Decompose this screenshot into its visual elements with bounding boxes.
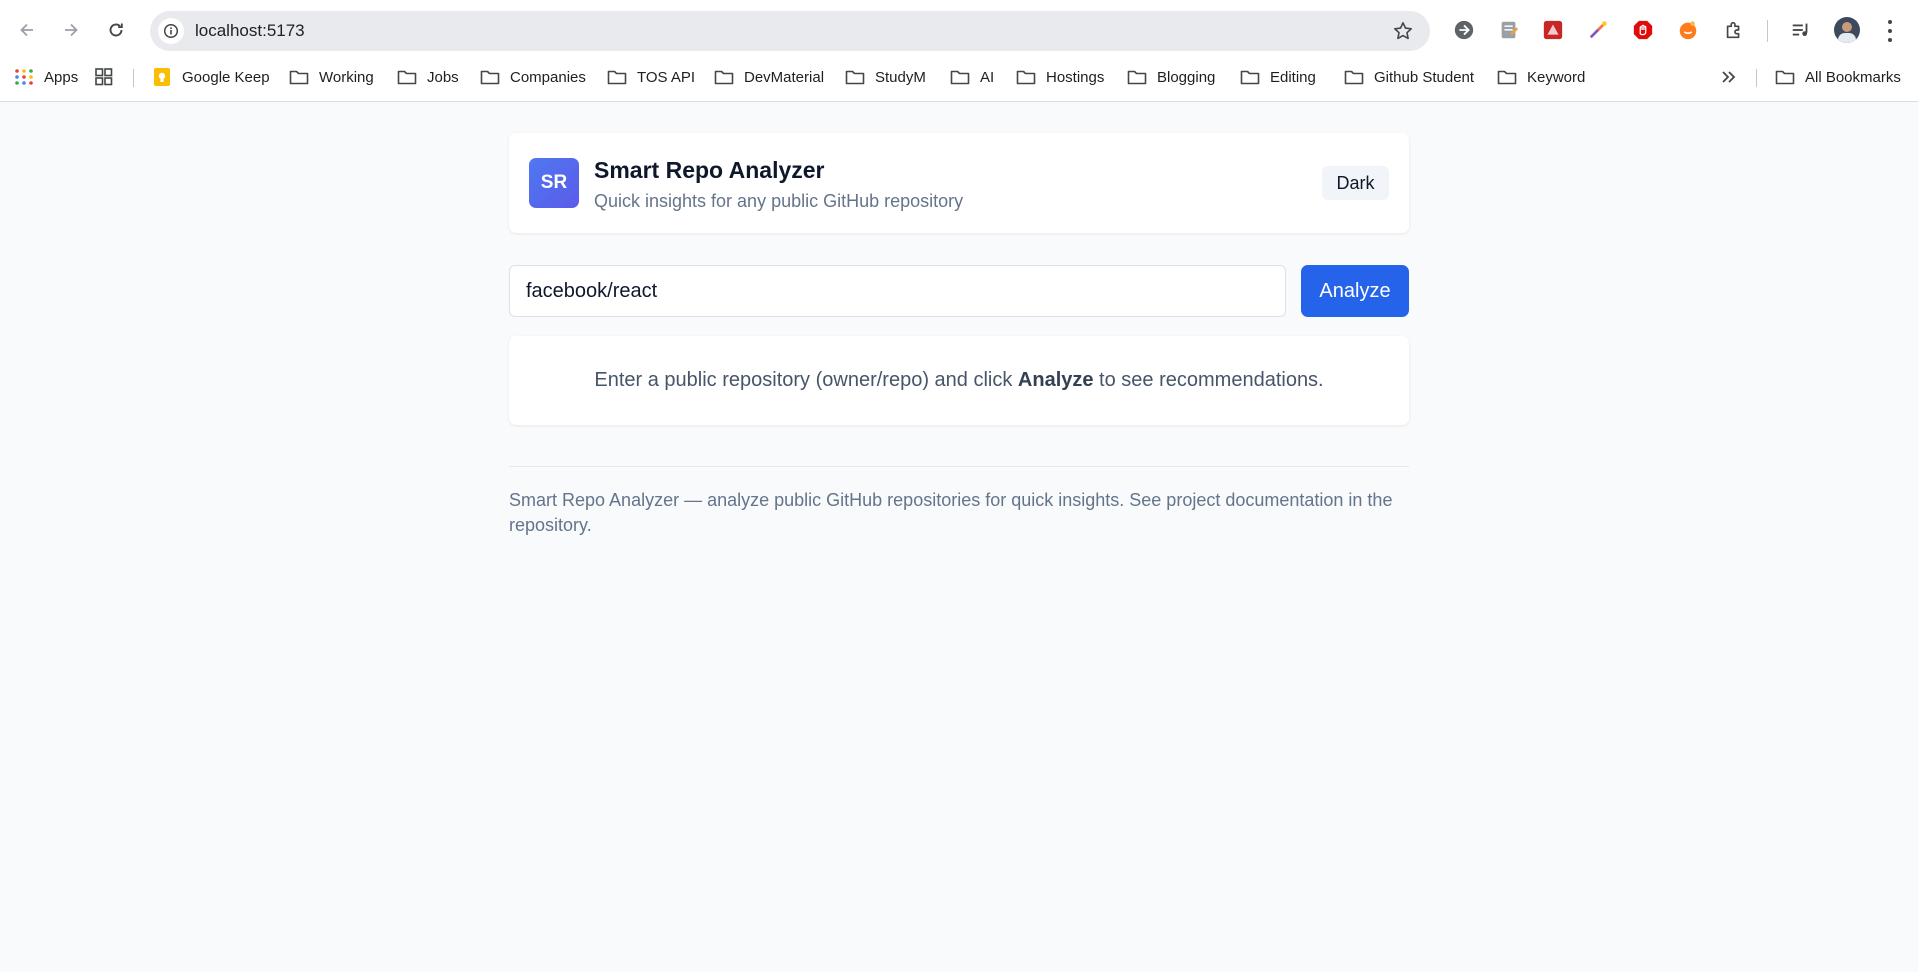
double-chevron-right-icon (1722, 71, 1736, 83)
profile-avatar[interactable] (1834, 17, 1860, 43)
bookmark-studym-label: StudyM (875, 68, 926, 86)
bookmark-apps[interactable]: Apps (14, 66, 78, 88)
footer-divider (509, 466, 1409, 467)
bookmark-folder-ai[interactable]: AI (950, 66, 994, 88)
bookmark-google-keep[interactable]: Google Keep (152, 66, 270, 88)
bookmark-working-label: Working (319, 68, 374, 86)
reload-button[interactable] (101, 15, 131, 45)
bookmark-apps-label: Apps (44, 68, 79, 86)
more-bookmarks-button[interactable] (1718, 66, 1748, 88)
reload-icon (109, 23, 123, 37)
extension-gray-icon[interactable] (1452, 18, 1476, 42)
tab-groups-icon (95, 68, 113, 86)
google-keep-icon (154, 68, 170, 86)
repo-input[interactable] (509, 265, 1286, 317)
bookmark-star-icon[interactable] (1392, 20, 1414, 42)
hint-message: Enter a public repository (owner/repo) a… (594, 369, 1323, 392)
hint-analyze-emphasis: Analyze (1017, 369, 1094, 391)
folder-icon (845, 70, 865, 85)
bookmark-jobs-label: Jobs (427, 68, 459, 86)
browser-chrome: localhost:5173 Apps Google Keep Working … (0, 0, 1918, 102)
theme-toggle-button[interactable]: Dark (1322, 166, 1389, 200)
folder-icon (480, 70, 500, 85)
address-url[interactable]: localhost:5173 (195, 21, 305, 41)
orange-extension-icon[interactable] (1676, 18, 1700, 42)
bookmark-hostings-label: Hostings (1046, 68, 1105, 86)
app-subtitle: Quick insights for any public GitHub rep… (594, 191, 964, 211)
analyze-button[interactable]: Analyze (1301, 265, 1409, 317)
bookmark-google-keep-label: Google Keep (182, 68, 270, 86)
bookmark-folder-editing[interactable]: Editing (1240, 66, 1316, 88)
bookmark-folder-companies[interactable]: Companies (480, 66, 586, 88)
folder-icon (1497, 70, 1517, 85)
back-arrow-icon (20, 23, 33, 37)
forward-arrow-icon (65, 23, 78, 37)
folder-icon (289, 70, 309, 85)
folder-icon (607, 70, 627, 85)
bookmark-folder-working[interactable]: Working (289, 66, 374, 88)
browser-toolbar: localhost:5173 (0, 0, 1918, 62)
address-bar[interactable]: localhost:5173 (150, 11, 1430, 51)
hint-text-after: to see recommendations. (1093, 369, 1324, 391)
all-bookmarks-label: All Bookmarks (1805, 68, 1901, 86)
folder-icon (1240, 70, 1260, 85)
site-info-icon[interactable] (158, 18, 184, 44)
color-picker-extension-icon[interactable] (1586, 18, 1610, 42)
bookmark-folder-blogging[interactable]: Blogging (1127, 66, 1215, 88)
bookmark-folder-keyword[interactable]: Keyword (1497, 66, 1585, 88)
red-extension-icon[interactable] (1541, 18, 1565, 42)
hint-text-before: Enter a public repository (owner/repo) a… (594, 369, 1018, 391)
app-logo: SR (529, 158, 579, 208)
folder-icon (1016, 70, 1036, 85)
bookmark-companies-label: Companies (510, 68, 586, 86)
notepad-extension-icon[interactable] (1497, 18, 1521, 42)
bookmark-ai-label: AI (980, 68, 995, 86)
search-row: Analyze (509, 265, 1409, 317)
bookmark-folder-hostings[interactable]: Hostings (1016, 66, 1104, 88)
bookmark-folder-devmaterial[interactable]: DevMaterial (714, 66, 824, 88)
bookmarks-separator (133, 69, 134, 87)
app-title: Smart Repo Analyzer (594, 157, 825, 183)
forward-button[interactable] (56, 15, 86, 45)
bookmark-devmaterial-label: DevMaterial (744, 68, 825, 86)
bookmark-folder-tos-api[interactable]: TOS API (607, 66, 695, 88)
bookmark-folder-github-student[interactable]: Github Student (1344, 66, 1474, 88)
folder-icon (1127, 70, 1147, 85)
bookmark-blogging-label: Blogging (1157, 68, 1216, 86)
hint-card: Enter a public repository (owner/repo) a… (509, 336, 1409, 425)
bookmarks-separator (1756, 69, 1757, 87)
bookmarks-bar: Apps Google Keep Working Jobs Companies (0, 62, 1918, 92)
ad-blocker-extension-icon[interactable] (1631, 18, 1655, 42)
all-bookmarks-button[interactable]: All Bookmarks (1775, 66, 1901, 88)
bookmark-keyword-label: Keyword (1527, 68, 1586, 86)
tab-groups-button[interactable] (94, 66, 124, 88)
toolbar-separator (1767, 20, 1768, 42)
bookmark-folder-studym[interactable]: StudyM (845, 66, 926, 88)
apps-grid-icon (15, 69, 33, 85)
bookmark-github-student-label: Github Student (1374, 68, 1475, 86)
folder-icon (1775, 70, 1795, 85)
folder-icon (714, 70, 734, 85)
browser-menu-icon[interactable] (1885, 18, 1895, 44)
media-controls-icon[interactable] (1789, 18, 1813, 42)
extensions-puzzle-icon[interactable] (1722, 18, 1746, 42)
folder-icon (1344, 70, 1364, 85)
footer-text: Smart Repo Analyzer — analyze public Git… (509, 490, 1393, 535)
folder-icon (950, 70, 970, 85)
bookmark-tos-api-label: TOS API (637, 68, 696, 86)
app-header: SR Smart Repo Analyzer Quick insights fo… (509, 133, 1409, 233)
bookmark-folder-jobs[interactable]: Jobs (397, 66, 459, 88)
bookmark-editing-label: Editing (1270, 68, 1316, 86)
back-button[interactable] (12, 15, 42, 45)
folder-icon (397, 70, 417, 85)
